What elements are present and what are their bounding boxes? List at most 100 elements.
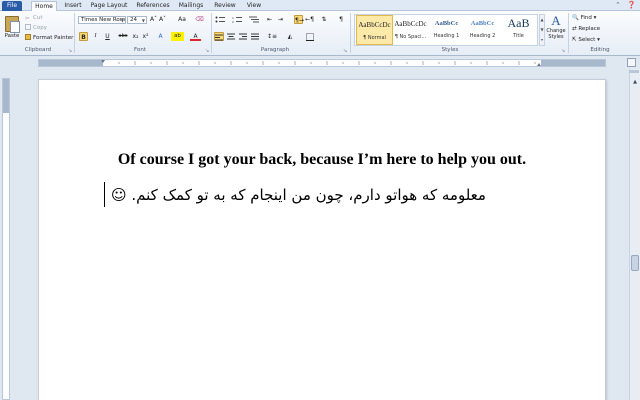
justify-button[interactable] (250, 32, 260, 41)
ltr-direction-button[interactable]: ←¶ (305, 15, 314, 24)
select-button[interactable]: ⇱ Select ▾ (572, 36, 600, 45)
shading-button[interactable]: ◭ (284, 32, 296, 41)
style-no-spacing[interactable]: AaBbCcDc ¶ No Spaci... (392, 15, 429, 45)
tab-view[interactable]: View (243, 1, 265, 11)
scroll-up-arrow-icon[interactable]: ▲ (630, 77, 640, 87)
show-marks-button[interactable]: ¶ (337, 15, 345, 24)
shrink-font-button[interactable]: Aˇ (158, 15, 167, 24)
document-area: Of course I got your back, because I’m h… (12, 69, 628, 400)
paste-button[interactable]: Paste (2, 14, 22, 46)
split-handle[interactable] (629, 70, 639, 73)
chevron-up-icon: ▲ (540, 17, 544, 22)
binoculars-icon: 🔍 (572, 15, 579, 21)
style-normal[interactable]: AaBbCcDc ¶ Normal (356, 15, 393, 45)
chevron-down-icon: ▼ (540, 27, 544, 32)
chevron-down-icon: ▼ (141, 18, 145, 23)
text-effects-button[interactable]: A (155, 32, 166, 41)
find-button[interactable]: 🔍 Find ▾ (572, 14, 596, 23)
format-painter-button[interactable]: Format Painter (25, 34, 73, 42)
paste-label: Paste (4, 33, 20, 39)
tab-mailings[interactable]: Mailings (176, 1, 206, 11)
bold-button[interactable]: B (79, 32, 88, 41)
style-sample: AaBbCcDc (358, 21, 391, 29)
ribbon-tabs: File Home Insert Page Layout References … (0, 0, 640, 12)
format-painter-label: Format Painter (33, 35, 74, 41)
style-sample: AaBbCcDc (394, 20, 427, 28)
font-size-value: 24 (130, 17, 137, 23)
group-divider (211, 13, 212, 53)
increase-indent-icon: ⇥ (277, 16, 284, 23)
rtl-direction-button[interactable]: ¶→ (294, 15, 304, 24)
tab-review[interactable]: Review (211, 1, 239, 11)
italic-button[interactable]: I (91, 32, 100, 41)
increase-indent-button[interactable]: ⇥ (276, 15, 285, 24)
subscript-button[interactable]: x₂ (131, 32, 140, 41)
clipboard-launcher-icon[interactable]: ↘ (68, 48, 72, 54)
sort-button[interactable]: ⇅ (319, 15, 329, 24)
align-left-icon (215, 34, 223, 41)
multilevel-list-button[interactable] (248, 15, 260, 24)
tab-page-layout[interactable]: Page Layout (88, 1, 130, 11)
bullets-button[interactable] (214, 15, 226, 24)
replace-icon: ⇄ (572, 26, 577, 32)
style-title[interactable]: AaB Title (500, 15, 537, 45)
align-right-icon (239, 33, 247, 40)
superscript-button[interactable]: x² (141, 32, 150, 41)
grow-font-button[interactable]: Aˆ (149, 15, 158, 24)
ruler-ticks (101, 60, 552, 66)
minimize-ribbon-icon[interactable]: ⌃ (615, 1, 621, 10)
copy-button[interactable]: Copy (25, 24, 47, 32)
editing-group-label: Editing (590, 47, 610, 53)
document-page[interactable]: Of course I got your back, because I’m h… (38, 79, 606, 400)
text-direction-icon: ←¶ (305, 16, 314, 23)
align-right-button[interactable] (238, 32, 248, 41)
decrease-indent-button[interactable]: ⇤ (265, 15, 274, 24)
eraser-icon: ⌫ (195, 16, 204, 23)
highlight-button[interactable]: ab (171, 32, 184, 41)
align-left-button[interactable] (214, 32, 224, 41)
clear-formatting-button[interactable]: ⌫ (194, 15, 205, 24)
font-launcher-icon[interactable]: ↘ (205, 48, 209, 54)
help-icon[interactable]: ❓ (627, 1, 636, 10)
font-color-button[interactable]: A (190, 32, 201, 41)
style-name: Heading 2 (469, 33, 496, 39)
view-ruler-button[interactable] (627, 58, 636, 67)
tab-references[interactable]: References (134, 1, 172, 11)
styles-group-label: Styles (441, 47, 459, 53)
paragraph-launcher-icon[interactable]: ↘ (343, 48, 347, 54)
align-center-button[interactable] (226, 32, 236, 41)
document-line-persian[interactable]: معلومه که هواتو دارم، چون من اینجام که ب… (111, 186, 541, 204)
bullets-icon (215, 16, 225, 23)
numbering-button[interactable]: 12 (231, 15, 243, 24)
line-spacing-button[interactable]: ↕≡ (266, 32, 278, 41)
tab-insert[interactable]: Insert (60, 1, 86, 11)
replace-button[interactable]: ⇄ Replace (572, 25, 600, 34)
horizontal-ruler (0, 57, 640, 69)
line-spacing-icon: ↕≡ (266, 33, 278, 40)
font-name-combo[interactable]: Times New Rom ▼ (78, 16, 126, 24)
document-line-english[interactable]: Of course I got your back, because I’m h… (39, 151, 605, 169)
change-styles-icon: A (551, 13, 561, 28)
ruler-bar[interactable] (38, 59, 606, 67)
clipboard-group-label: Clipboard (24, 47, 52, 53)
style-sample: AaBbCc (434, 20, 459, 27)
style-name: Title (513, 33, 524, 39)
font-size-combo[interactable]: 24 ▼ (127, 16, 147, 24)
scroll-thumb[interactable] (631, 255, 639, 271)
vertical-scrollbar[interactable]: ▲ (629, 69, 640, 400)
format-painter-icon (25, 34, 31, 40)
tab-file[interactable]: File (2, 1, 22, 11)
more-icon: ▾ (540, 37, 543, 42)
style-heading-1[interactable]: AaBbCc Heading 1 (428, 15, 465, 45)
cut-button[interactable]: ✂ Cut (25, 14, 42, 22)
select-label: Select (578, 37, 596, 43)
underline-button[interactable]: U (103, 32, 112, 41)
styles-launcher-icon[interactable]: ↘ (561, 48, 565, 54)
vertical-ruler (2, 78, 10, 400)
borders-button[interactable] (304, 32, 316, 41)
change-case-button[interactable]: Aa (175, 15, 189, 24)
strikethrough-button[interactable]: abc (117, 32, 129, 41)
font-group-label: Font (134, 47, 146, 53)
change-styles-button[interactable]: A Change Styles (545, 14, 567, 46)
style-heading-2[interactable]: AaBbCc Heading 2 (464, 15, 501, 45)
